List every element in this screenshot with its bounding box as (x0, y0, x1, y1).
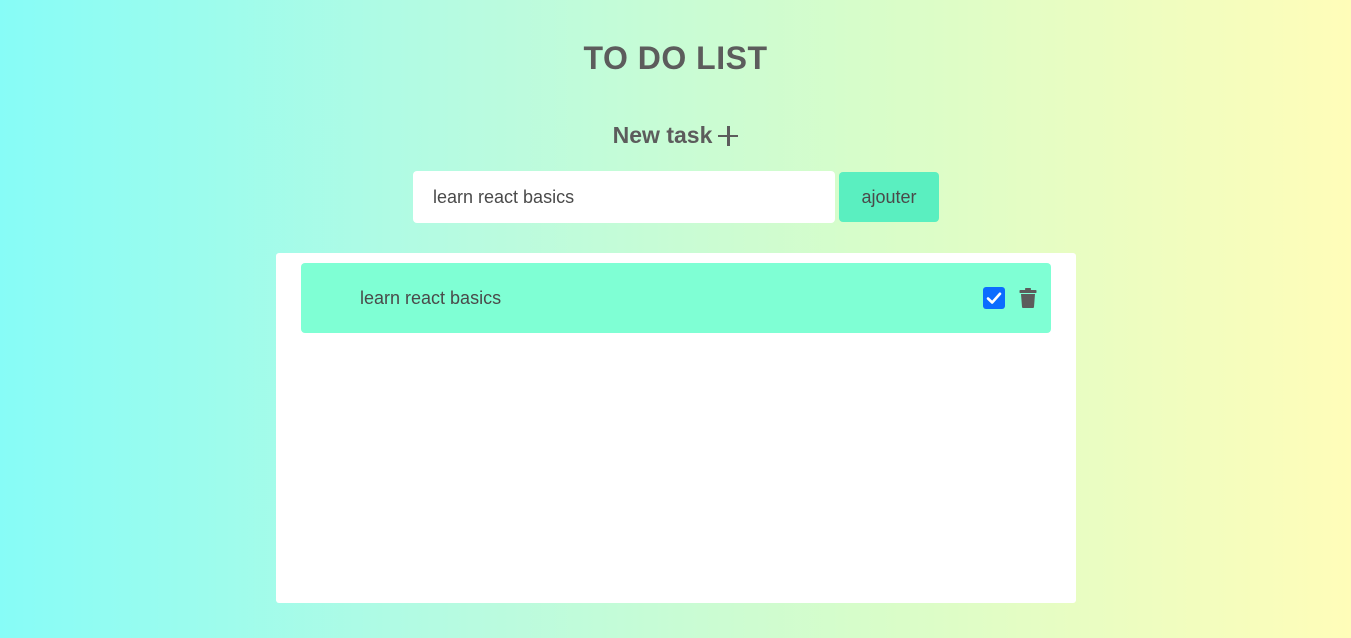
check-icon (986, 292, 1002, 304)
add-task-button[interactable]: ajouter (839, 172, 939, 222)
task-list-panel: learn react basics (276, 253, 1076, 603)
new-task-input[interactable] (413, 171, 835, 223)
page-title: TO DO LIST (583, 40, 768, 76)
new-task-label: New task (612, 122, 713, 148)
task-item: learn react basics (301, 263, 1051, 333)
trash-icon[interactable] (1019, 288, 1037, 308)
plus-icon (718, 125, 739, 146)
task-text: learn react basics (360, 288, 502, 308)
task-complete-checkbox[interactable] (983, 287, 1005, 309)
new-task-heading: New task (0, 122, 1351, 149)
